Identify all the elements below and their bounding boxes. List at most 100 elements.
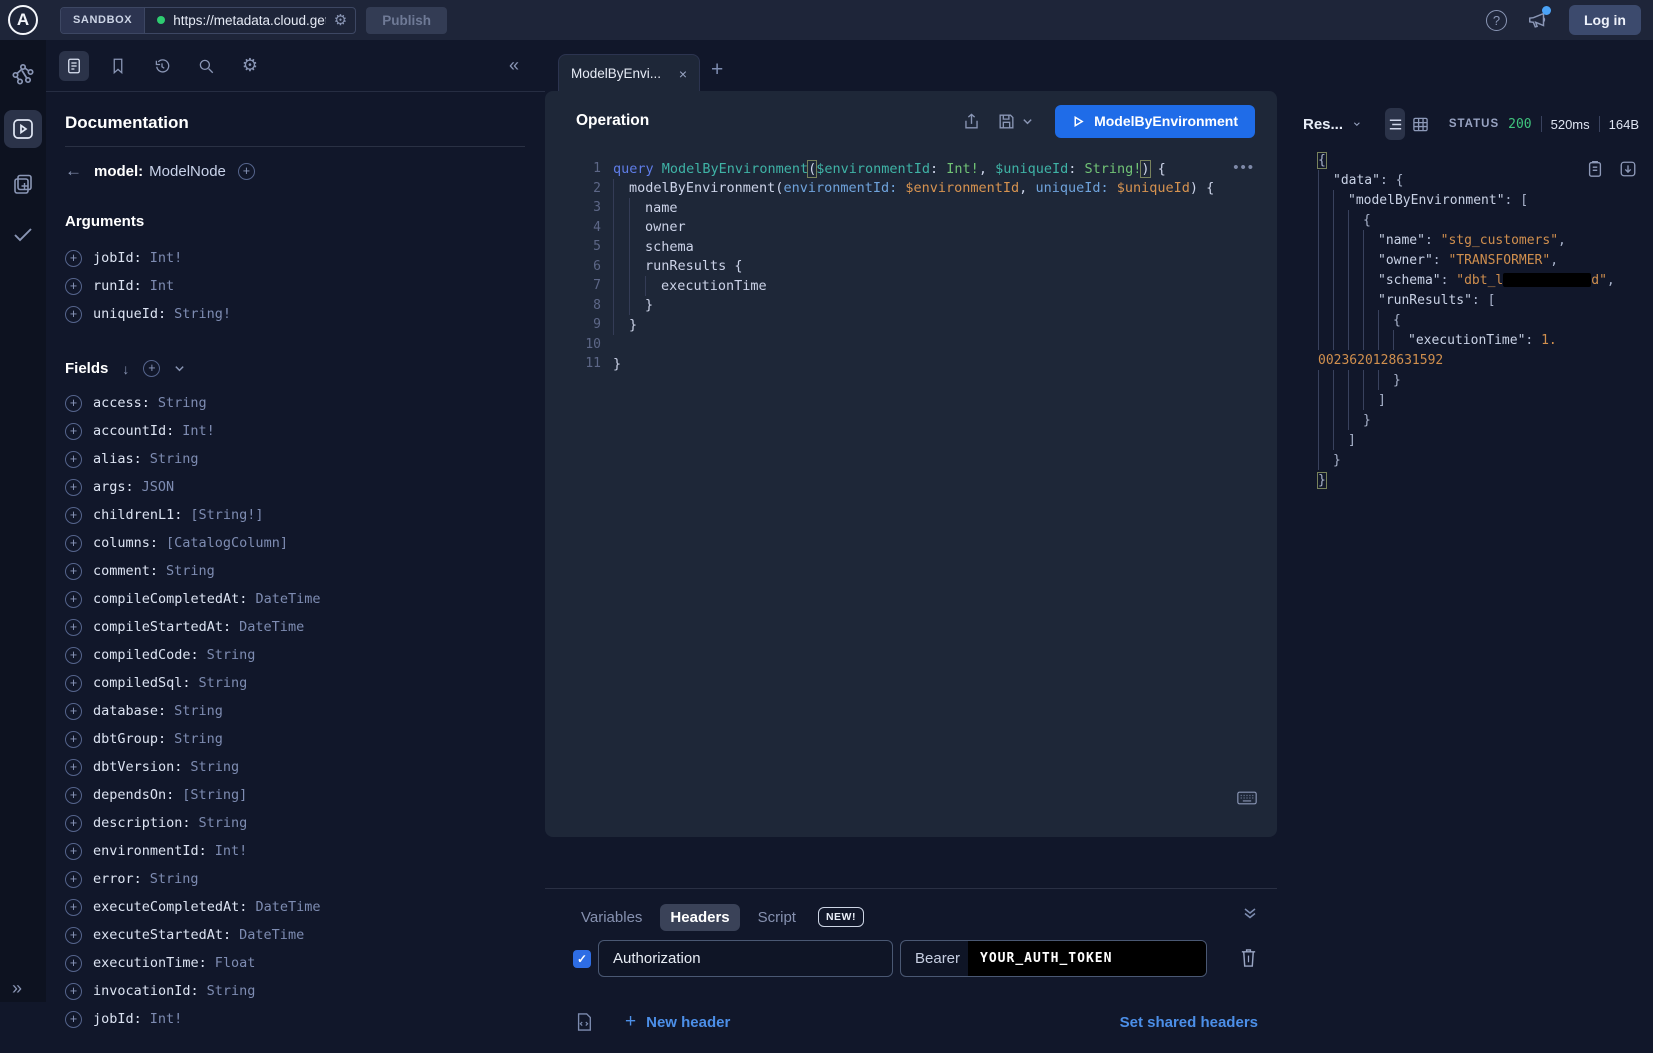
add-field-icon[interactable]: + xyxy=(65,1011,82,1028)
code-line[interactable]: 1query ModelByEnvironment($environmentId… xyxy=(557,159,1277,179)
documentation-tab-icon[interactable] xyxy=(59,51,89,81)
add-field-icon[interactable]: + xyxy=(65,955,82,972)
add-field-icon[interactable]: + xyxy=(65,815,82,832)
field-name[interactable]: database: xyxy=(93,703,166,719)
endpoint-url-box[interactable]: SANDBOX https://metadata.cloud.get ⚙ xyxy=(60,7,356,34)
field-type[interactable]: String xyxy=(199,815,248,831)
text-view-toggle[interactable] xyxy=(1385,108,1406,140)
add-field-icon[interactable]: + xyxy=(65,395,82,412)
field-type[interactable]: DateTime xyxy=(239,927,304,943)
field-type[interactable]: JSON xyxy=(142,479,175,495)
publish-button[interactable]: Publish xyxy=(366,7,447,34)
field-name[interactable]: executeCompletedAt: xyxy=(93,899,247,915)
add-field-icon[interactable]: + xyxy=(65,563,82,580)
set-shared-headers-link[interactable]: Set shared headers xyxy=(1120,1014,1258,1031)
tab-variables[interactable]: Variables xyxy=(571,904,652,931)
add-field-icon[interactable]: + xyxy=(65,451,82,468)
field-name[interactable]: environmentId: xyxy=(93,843,207,859)
code-line[interactable]: 3name xyxy=(557,198,1277,218)
field-type[interactable]: String xyxy=(150,451,199,467)
code-line[interactable]: 9} xyxy=(557,315,1277,335)
field-name[interactable]: dbtVersion: xyxy=(93,759,182,775)
field-type[interactable]: String xyxy=(207,647,256,663)
connection-settings-gear-icon[interactable]: ⚙ xyxy=(334,13,347,28)
field-type[interactable]: String xyxy=(158,395,207,411)
field-name[interactable]: compileCompletedAt: xyxy=(93,591,247,607)
close-tab-icon[interactable]: × xyxy=(679,66,687,82)
field-type[interactable]: Int! xyxy=(150,250,183,266)
tab-headers[interactable]: Headers xyxy=(660,904,739,931)
field-name[interactable]: executionTime: xyxy=(93,955,207,971)
field-name[interactable]: access: xyxy=(93,395,150,411)
code-line[interactable]: 8} xyxy=(557,296,1277,316)
auth-token-value[interactable]: YOUR_AUTH_TOKEN xyxy=(968,941,1206,976)
field-type[interactable]: Int! xyxy=(182,423,215,439)
help-icon[interactable]: ? xyxy=(1486,10,1507,31)
table-view-toggle[interactable] xyxy=(1410,108,1431,140)
field-type[interactable]: Float xyxy=(215,955,256,971)
history-icon[interactable] xyxy=(147,51,177,81)
add-field-icon[interactable]: + xyxy=(65,759,82,776)
add-field-icon[interactable]: + xyxy=(65,535,82,552)
schema-icon[interactable] xyxy=(11,62,35,86)
field-type[interactable]: String xyxy=(174,731,223,747)
field-name[interactable]: error: xyxy=(93,871,142,887)
add-field-icon[interactable]: + xyxy=(65,927,82,944)
add-field-icon[interactable]: + xyxy=(65,507,82,524)
add-field-icon[interactable]: + xyxy=(65,703,82,720)
add-field-icon[interactable]: + xyxy=(65,250,82,267)
environment-variables-icon[interactable] xyxy=(575,1012,593,1032)
code-line[interactable]: 6runResults { xyxy=(557,257,1277,277)
field-name[interactable]: compiledSql: xyxy=(93,675,191,691)
add-field-icon[interactable]: + xyxy=(65,843,82,860)
expand-rail-icon[interactable]: » xyxy=(12,978,22,999)
field-type[interactable]: [CatalogColumn] xyxy=(166,535,288,551)
code-line[interactable]: 5schema xyxy=(557,237,1277,257)
explorer-icon[interactable] xyxy=(11,117,35,141)
sort-fields-icon[interactable]: ↓ xyxy=(122,361,129,377)
field-name[interactable]: jobId: xyxy=(93,1011,142,1027)
endpoint-url-input[interactable]: https://metadata.cloud.get xyxy=(173,13,326,28)
field-name[interactable]: columns: xyxy=(93,535,158,551)
operation-collections-icon[interactable] xyxy=(11,172,35,196)
save-operation-icon[interactable] xyxy=(997,112,1016,131)
field-name[interactable]: args: xyxy=(93,479,134,495)
field-name[interactable]: executeStartedAt: xyxy=(93,927,231,943)
field-name[interactable]: accountId: xyxy=(93,423,174,439)
delete-header-icon[interactable] xyxy=(1239,947,1258,968)
code-line[interactable]: 7executionTime xyxy=(557,276,1277,296)
back-arrow-icon[interactable]: ← xyxy=(65,161,82,181)
field-name[interactable]: uniqueId: xyxy=(93,306,166,322)
code-line[interactable]: 10 xyxy=(557,335,1277,355)
run-operation-button[interactable]: ModelByEnvironment xyxy=(1055,105,1255,138)
field-name[interactable]: comment: xyxy=(93,563,158,579)
field-name[interactable]: jobId: xyxy=(93,250,142,266)
save-menu-chevron-icon[interactable] xyxy=(1022,116,1033,127)
query-editor[interactable]: 1query ModelByEnvironment($environmentId… xyxy=(545,151,1277,374)
field-name[interactable]: compileStartedAt: xyxy=(93,619,231,635)
current-field-type[interactable]: ModelNode xyxy=(149,163,226,180)
search-icon[interactable] xyxy=(191,51,221,81)
editor-menu-icon[interactable]: ••• xyxy=(1233,159,1255,176)
login-button[interactable]: Log in xyxy=(1569,5,1641,35)
field-name[interactable]: dependsOn: xyxy=(93,787,174,803)
saved-operations-icon[interactable] xyxy=(103,51,133,81)
add-field-icon[interactable]: + xyxy=(65,619,82,636)
field-name[interactable]: dbtGroup: xyxy=(93,731,166,747)
header-name-input[interactable] xyxy=(598,940,893,977)
response-panel-title[interactable]: Res... xyxy=(1303,116,1343,133)
add-field-icon[interactable]: + xyxy=(65,787,82,804)
field-type[interactable]: DateTime xyxy=(255,591,320,607)
add-field-icon[interactable]: + xyxy=(65,591,82,608)
field-type[interactable]: Int! xyxy=(215,843,248,859)
announcements-icon[interactable] xyxy=(1527,9,1549,31)
add-all-fields-icon[interactable]: + xyxy=(143,360,160,377)
add-field-icon[interactable]: + xyxy=(238,163,255,180)
add-field-icon[interactable]: + xyxy=(65,871,82,888)
response-body[interactable]: {"data": {"modelByEnvironment": [{"name"… xyxy=(1318,150,1647,490)
code-line[interactable]: 11} xyxy=(557,354,1277,374)
field-name[interactable]: alias: xyxy=(93,451,142,467)
add-field-icon[interactable]: + xyxy=(65,479,82,496)
field-name[interactable]: runId: xyxy=(93,278,142,294)
field-type[interactable]: String! xyxy=(174,306,231,322)
